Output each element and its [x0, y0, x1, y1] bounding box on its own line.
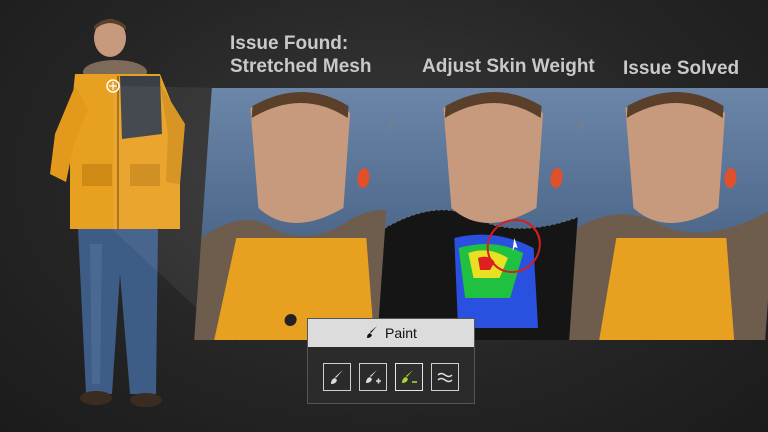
paint-toolbar-title: Paint: [385, 325, 417, 341]
heading-issue-found: Issue Found:: [230, 33, 349, 54]
brush-add-icon: [366, 370, 381, 384]
brush-icon: [365, 325, 379, 342]
paint-toolbar-header: Paint: [308, 319, 474, 347]
brush-subtract-tool-button[interactable]: [395, 363, 423, 391]
paint-toolbar: Paint: [307, 318, 475, 404]
brush-subtract-icon: [402, 370, 417, 383]
heading-adjust-skin-weight: Adjust Skin Weight: [422, 56, 595, 77]
brush-icon: [331, 370, 343, 384]
paint-tool-row: [308, 363, 474, 391]
brush-add-tool-button[interactable]: [359, 363, 387, 391]
heading-issue-solved: Issue Solved: [623, 58, 740, 79]
smooth-tool-button[interactable]: [431, 363, 459, 391]
brush-tool-button[interactable]: [323, 363, 351, 391]
panel-issue-solved: [569, 88, 768, 340]
heading-stretched-mesh: Stretched Mesh: [230, 56, 372, 77]
smooth-icon: [437, 372, 453, 383]
